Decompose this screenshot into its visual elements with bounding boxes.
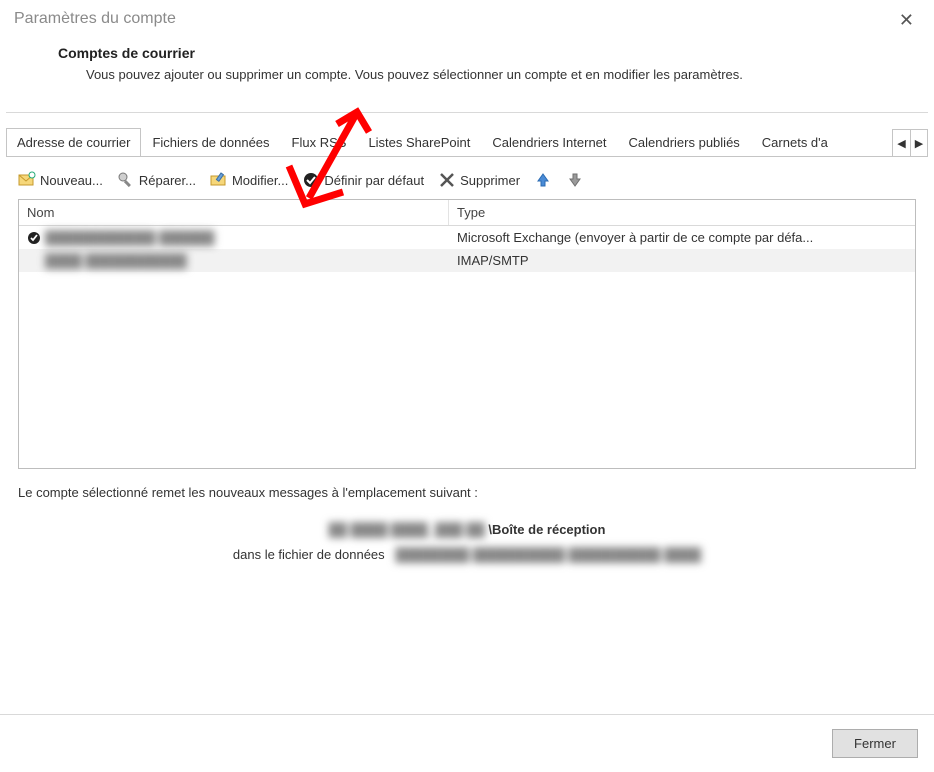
- repair-button[interactable]: Réparer...: [117, 171, 196, 189]
- delivery-intro: Le compte sélectionné remet les nouveaux…: [18, 485, 916, 500]
- account-name: ████████████ ██████: [45, 230, 214, 245]
- new-button[interactable]: Nouveau...: [18, 171, 103, 189]
- accounts-listbox[interactable]: Nom Type ████████████ ██████ Microsoft E…: [18, 199, 916, 469]
- account-row[interactable]: ████████████ ██████ Microsoft Exchange (…: [19, 226, 915, 249]
- new-label: Nouveau...: [40, 173, 103, 188]
- close-icon[interactable]: ✕: [893, 10, 920, 31]
- tab-strip: Adresse de courrier Fichiers de données …: [6, 127, 892, 157]
- modify-label: Modifier...: [232, 173, 288, 188]
- tab-address-books[interactable]: Carnets d'a: [751, 128, 839, 157]
- check-circle-icon: [302, 171, 320, 189]
- window-title: Paramètres du compte: [14, 10, 176, 28]
- tab-scroll-left-icon[interactable]: ◀: [893, 130, 910, 156]
- account-name: ████ ███████████: [45, 253, 187, 268]
- toolbar: Nouveau... Réparer... Modifier... Défini…: [0, 157, 934, 199]
- x-icon: [438, 171, 456, 189]
- delivery-file-label: dans le fichier de données: [233, 547, 385, 562]
- arrow-down-icon: [566, 171, 584, 189]
- page-description: Vous pouvez ajouter ou supprimer un comp…: [58, 67, 894, 82]
- column-header-name[interactable]: Nom: [19, 200, 449, 225]
- account-type: IMAP/SMTP: [449, 251, 915, 270]
- repair-label: Réparer...: [139, 173, 196, 188]
- tab-email[interactable]: Adresse de courrier: [6, 128, 141, 157]
- account-row[interactable]: ████ ███████████ IMAP/SMTP: [19, 249, 915, 272]
- delete-label: Supprimer: [460, 173, 520, 188]
- tab-data-files[interactable]: Fichiers de données: [141, 128, 280, 157]
- delivery-file-masked: ████████ ██████████ ██████████ ████: [396, 547, 702, 562]
- set-default-button[interactable]: Définir par défaut: [302, 171, 424, 189]
- delivery-path-masked: ██ ████ ████_███ ██: [329, 522, 489, 537]
- default-check-icon: [27, 231, 41, 245]
- move-up-button[interactable]: [534, 171, 552, 189]
- envelope-new-icon: [18, 171, 36, 189]
- delete-button[interactable]: Supprimer: [438, 171, 520, 189]
- divider: [6, 112, 928, 113]
- wrench-gear-icon: [117, 171, 135, 189]
- set-default-label: Définir par défaut: [324, 173, 424, 188]
- column-header-type[interactable]: Type: [449, 200, 915, 225]
- tab-scroll-right-icon[interactable]: ▶: [910, 130, 927, 156]
- arrow-up-icon: [534, 171, 552, 189]
- modify-button[interactable]: Modifier...: [210, 171, 288, 189]
- list-header: Nom Type: [19, 200, 915, 226]
- move-down-button[interactable]: [566, 171, 584, 189]
- page-title: Comptes de courrier: [58, 45, 894, 61]
- close-button[interactable]: Fermer: [832, 729, 918, 758]
- tab-published-calendars[interactable]: Calendriers publiés: [618, 128, 751, 157]
- tab-sharepoint[interactable]: Listes SharePoint: [357, 128, 481, 157]
- tab-internet-calendars[interactable]: Calendriers Internet: [481, 128, 617, 157]
- delivery-inbox-label: \Boîte de réception: [488, 522, 605, 537]
- tab-rss[interactable]: Flux RSS: [281, 128, 358, 157]
- folder-edit-icon: [210, 171, 228, 189]
- account-type: Microsoft Exchange (envoyer à partir de …: [449, 228, 915, 247]
